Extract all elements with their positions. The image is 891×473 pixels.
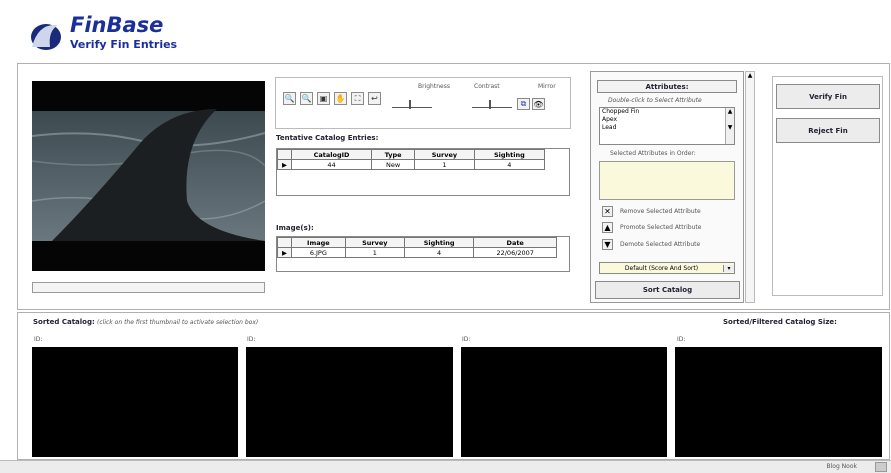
images-title: Image(s):	[276, 224, 314, 232]
zoom-out-icon[interactable]: 🔍	[300, 92, 313, 105]
thumb-id-label: ID:	[462, 336, 471, 343]
table-cell: 6.JPG	[291, 247, 346, 258]
app-title: FinBase	[70, 13, 164, 37]
remove-attribute-label[interactable]: Remove Selected Attribute	[620, 208, 701, 215]
remove-attribute-button[interactable]: ✕	[602, 206, 613, 217]
table-header-row: Image Survey Sighting Date	[277, 237, 557, 248]
binoculars-icon[interactable]: 👁	[532, 98, 545, 110]
column-header: Type	[371, 149, 416, 160]
table-row[interactable]: ▶ 44 New 1 4	[277, 159, 546, 170]
pan-hand-icon[interactable]: ✋	[334, 92, 347, 105]
table-cell: 44	[290, 159, 373, 170]
verify-fin-button[interactable]: Verify Fin	[776, 84, 880, 109]
sort-mode-select[interactable]: Default (Score And Sort) ▾	[599, 262, 735, 274]
table-cell: 4	[403, 247, 475, 258]
image-scrollbar[interactable]	[32, 282, 265, 293]
contrast-label: Contrast	[474, 83, 500, 90]
dolphin-logo-icon	[28, 17, 64, 53]
list-item[interactable]: Lead	[602, 124, 734, 132]
brightness-label: Brightness	[418, 83, 450, 90]
table-cell: 1	[344, 247, 405, 258]
brightness-slider[interactable]	[392, 98, 432, 109]
column-header: Survey	[344, 237, 405, 248]
column-header: Sighting	[473, 149, 546, 160]
tentative-title: Tentative Catalog Entries:	[276, 134, 379, 142]
catalog-thumbnail[interactable]	[32, 347, 238, 457]
zoom-box-icon[interactable]: ▣	[317, 92, 330, 105]
fin-image	[32, 109, 265, 241]
undo-icon[interactable]: ↩	[368, 92, 381, 105]
column-header: Sighting	[403, 237, 475, 248]
resize-grip-icon[interactable]	[875, 462, 887, 472]
actions-panel	[772, 76, 883, 296]
zoom-in-icon[interactable]: 🔍	[283, 92, 296, 105]
attributes-header: Attributes:	[597, 80, 737, 93]
row-selector-icon[interactable]: ▶	[277, 247, 292, 258]
table-header-row: CatalogID Type Survey Sighting	[277, 149, 546, 160]
column-header: Date	[473, 237, 557, 248]
sorted-catalog-hint: (click on the first thumbnail to activat…	[97, 319, 259, 326]
contrast-slider[interactable]	[472, 98, 512, 109]
sort-catalog-button[interactable]: Sort Catalog	[595, 281, 740, 299]
list-item[interactable]: Chopped Fin	[602, 108, 734, 116]
selected-attributes-box[interactable]	[599, 161, 735, 200]
table-cell: 4	[473, 159, 546, 170]
sort-mode-value: Default (Score And Sort)	[624, 264, 699, 272]
column-header: Image	[291, 237, 346, 248]
thumb-id-label: ID:	[34, 336, 43, 343]
row-selector-icon[interactable]: ▶	[277, 159, 292, 170]
mirror-label: Mirror	[538, 83, 556, 90]
fin-image-viewer[interactable]	[32, 81, 265, 271]
attributes-hint: Double-click to Select Attribute	[608, 97, 702, 104]
brightness-thumb[interactable]	[409, 100, 411, 109]
column-header: CatalogID	[290, 149, 373, 160]
attributes-scrollbar[interactable]: ▲	[745, 71, 755, 303]
attributes-list-scrollbar[interactable]: ▲ ▼	[725, 108, 734, 144]
selector-header	[277, 237, 292, 248]
table-cell: New	[371, 159, 416, 170]
fit-window-icon[interactable]: ⛶	[351, 92, 364, 105]
catalog-size-label: Sorted/Filtered Catalog Size:	[723, 318, 837, 326]
chevron-down-icon[interactable]: ▾	[723, 264, 734, 272]
table-row[interactable]: ▶ 6.JPG 1 4 22/06/2007	[277, 247, 557, 258]
selected-attributes-label: Selected Attributes in Order:	[610, 150, 696, 157]
table-cell: 22/06/2007	[473, 247, 557, 258]
attributes-list[interactable]: Chopped Fin Apex Lead ▲ ▼	[599, 107, 735, 145]
promote-attribute-label[interactable]: Promote Selected Attribute	[620, 224, 701, 231]
list-item[interactable]: Apex	[602, 116, 734, 124]
reject-fin-button[interactable]: Reject Fin	[776, 118, 880, 143]
demote-attribute-button[interactable]: ▼	[602, 239, 613, 250]
mirror-icon[interactable]: ⧉	[517, 98, 530, 110]
catalog-thumbnail[interactable]	[675, 347, 882, 457]
images-table-wrap: Image Survey Sighting Date ▶ 6.JPG 1 4 2…	[276, 236, 570, 272]
status-bar: Blog Nook	[0, 460, 891, 473]
column-header: Survey	[414, 149, 475, 160]
sorted-catalog-title: Sorted Catalog: (click on the first thum…	[33, 318, 258, 326]
selector-header	[277, 149, 292, 160]
catalog-thumbnail[interactable]	[461, 347, 667, 457]
table-cell: 1	[414, 159, 475, 170]
app-header: FinBase Verify Fin Entries	[28, 13, 428, 57]
demote-attribute-label[interactable]: Demote Selected Attribute	[620, 241, 700, 248]
thumb-id-label: ID:	[677, 336, 686, 343]
tentative-table-wrap: CatalogID Type Survey Sighting ▶ 44 New …	[276, 148, 570, 196]
images-table: Image Survey Sighting Date ▶ 6.JPG 1 4 2…	[277, 237, 557, 258]
contrast-thumb[interactable]	[489, 100, 491, 109]
tentative-table: CatalogID Type Survey Sighting ▶ 44 New …	[277, 149, 546, 170]
promote-attribute-button[interactable]: ▲	[602, 222, 613, 233]
sorted-catalog-label: Sorted Catalog:	[33, 318, 95, 326]
thumb-id-label: ID:	[247, 336, 256, 343]
app-subtitle: Verify Fin Entries	[70, 38, 178, 51]
status-text: Blog Nook	[826, 463, 857, 470]
catalog-thumbnail[interactable]	[246, 347, 453, 457]
